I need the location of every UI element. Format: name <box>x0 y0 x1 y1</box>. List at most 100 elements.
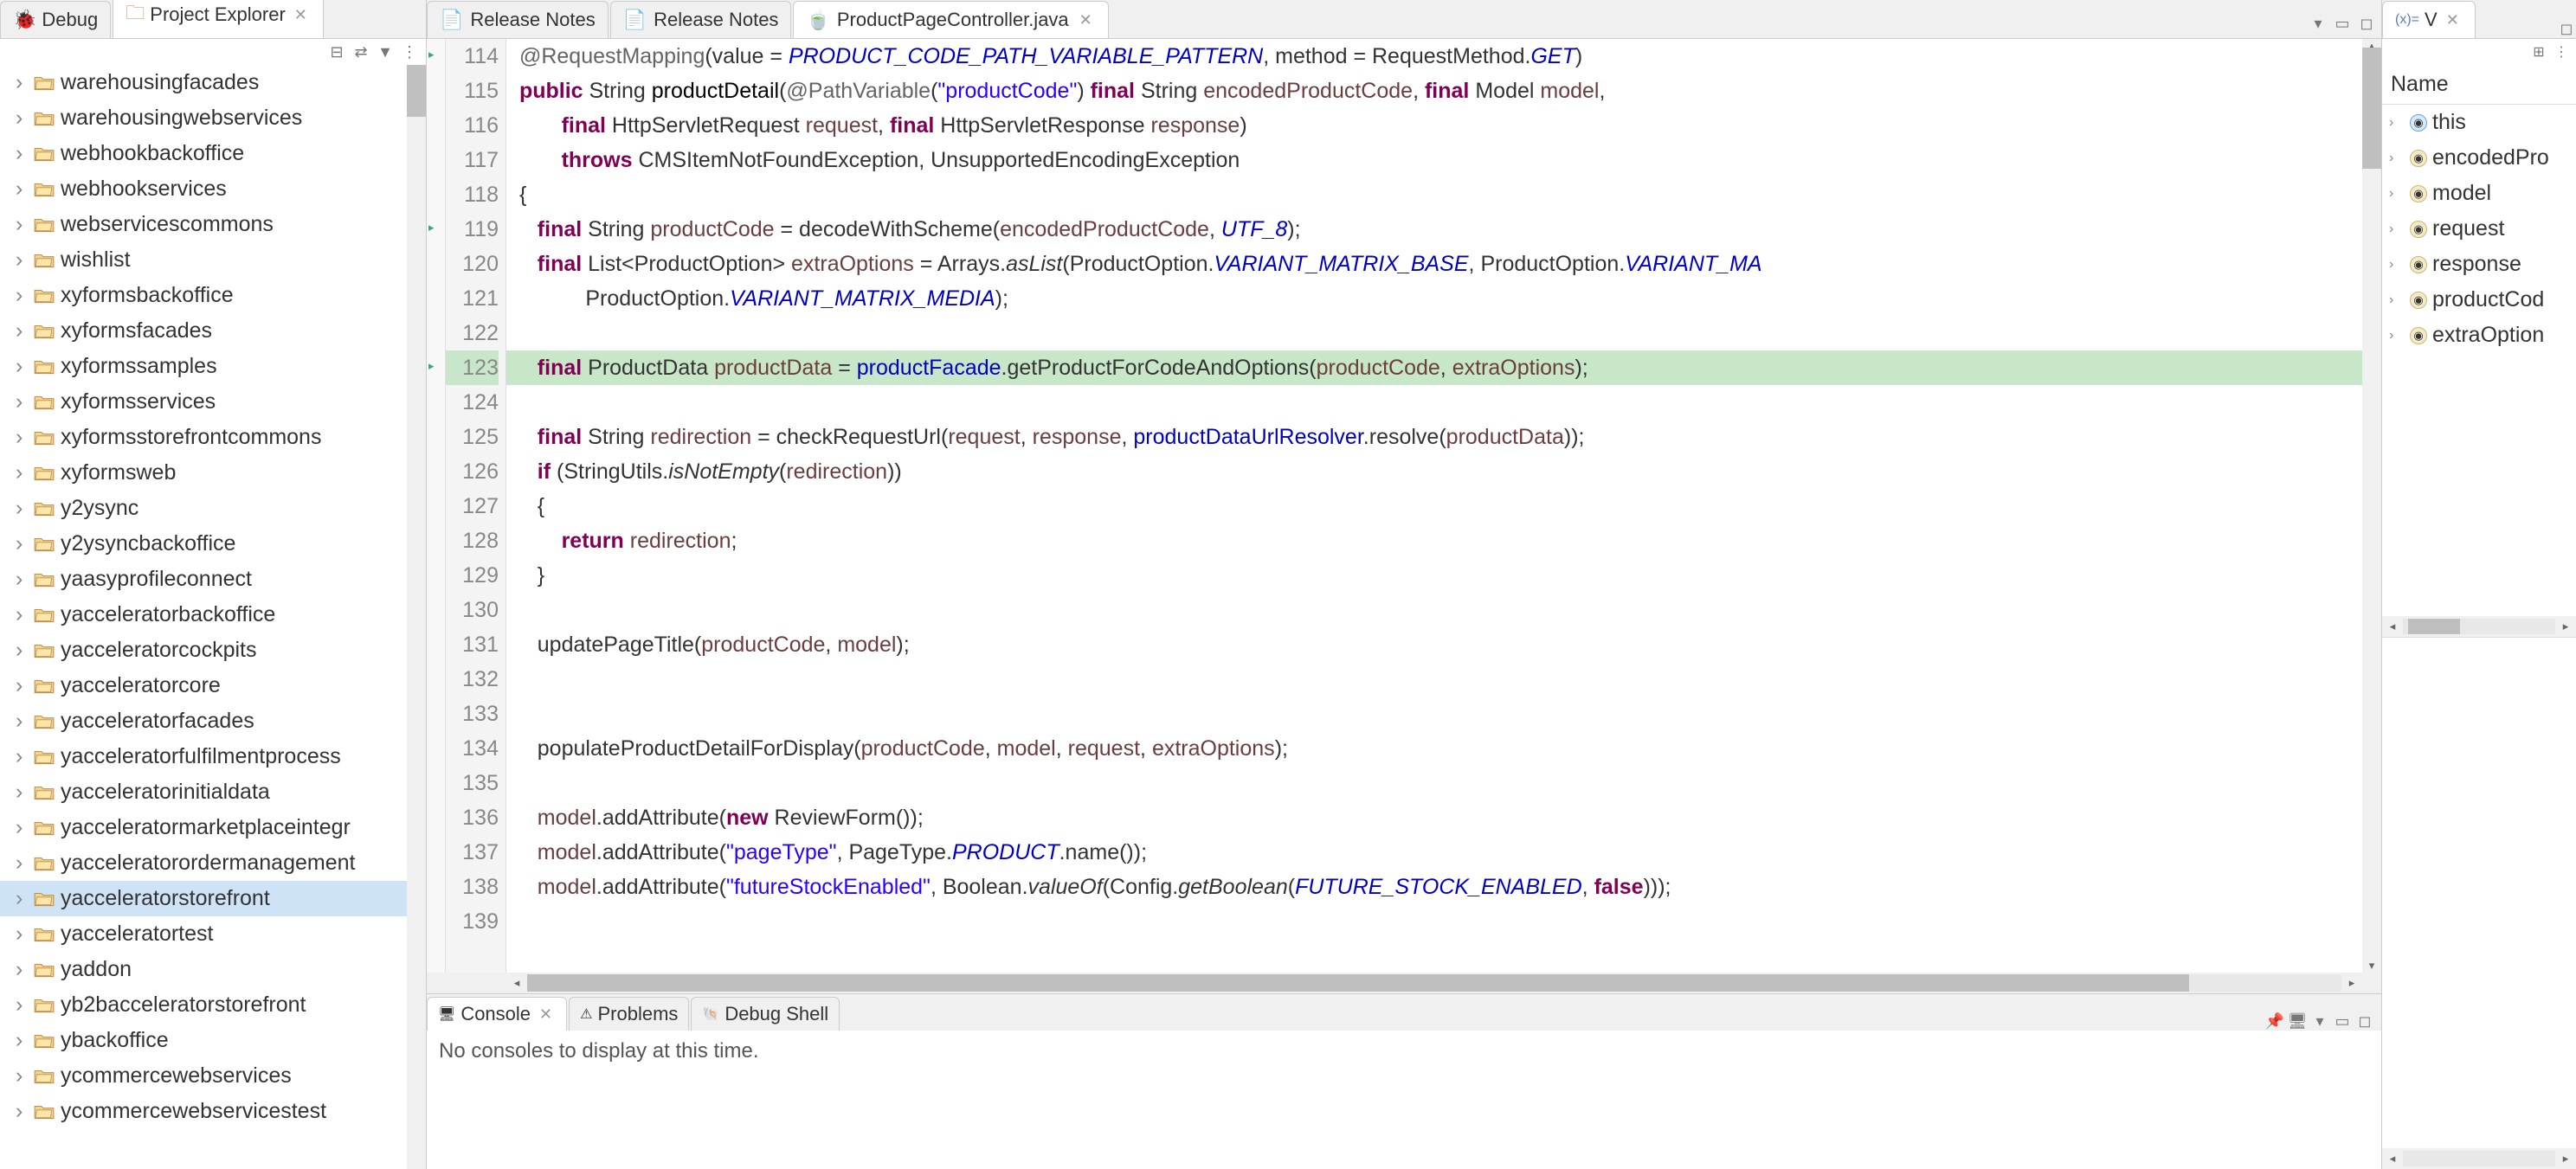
vars-tree-icon[interactable]: ⊞ <box>2529 42 2548 61</box>
expander-icon[interactable]: › <box>16 212 28 237</box>
code-line[interactable]: final String productCode = decodeWithSch… <box>506 212 2362 247</box>
scrollbar-thumb[interactable] <box>407 65 426 117</box>
expander-icon[interactable]: › <box>2389 292 2405 308</box>
variables-header-name[interactable]: Name <box>2382 65 2576 105</box>
editor-tab[interactable]: 🍵ProductPageController.java✕ <box>793 1 1108 38</box>
project-item-yacceleratorstorefront[interactable]: ›yacceleratorstorefront <box>0 881 426 916</box>
code-line[interactable]: model.addAttribute(new ReviewForm()); <box>506 800 2362 835</box>
expander-icon[interactable]: › <box>16 247 28 273</box>
code-line[interactable] <box>506 593 2362 627</box>
line-number[interactable]: 136 <box>446 800 499 835</box>
console-min-icon[interactable]: ▭ <box>2333 1012 2352 1031</box>
expander-icon[interactable]: › <box>16 1099 28 1124</box>
project-item-y2ysync[interactable]: ›y2ysync <box>0 491 426 526</box>
line-number[interactable]: 122 <box>446 316 499 350</box>
line-number[interactable]: 135 <box>446 766 499 800</box>
variable-row[interactable]: ›◉response <box>2382 247 2576 282</box>
code-line[interactable] <box>506 662 2362 697</box>
expander-icon[interactable]: › <box>16 354 28 379</box>
project-item-ycommercewebservicestest[interactable]: ›ycommercewebservicestest <box>0 1094 426 1129</box>
code-line[interactable]: final String redirection = checkRequestU… <box>506 420 2362 454</box>
vars-hscroll-left[interactable]: ◂ <box>2382 620 2403 633</box>
expander-icon[interactable]: › <box>16 922 28 947</box>
line-number[interactable]: 137 <box>446 835 499 870</box>
tab-debug[interactable]: 🐞 Debug <box>0 1 111 38</box>
vars-menu-icon[interactable]: ⋮ <box>2552 42 2571 61</box>
code-line[interactable] <box>506 766 2362 800</box>
code-line[interactable]: populateProductDetailForDisplay(productC… <box>506 731 2362 766</box>
close-icon[interactable]: ✕ <box>2443 11 2463 29</box>
expander-icon[interactable]: › <box>16 815 28 840</box>
project-item-xyformsstorefrontcommons[interactable]: ›xyformsstorefrontcommons <box>0 420 426 455</box>
project-item-warehousingwebservices[interactable]: ›warehousingwebservices <box>0 100 426 136</box>
variable-row[interactable]: ›◉extraOption <box>2382 318 2576 353</box>
code-line[interactable]: } <box>506 558 2362 593</box>
view-menu-icon[interactable]: ⋮ <box>400 42 419 61</box>
line-number[interactable]: 132 <box>446 662 499 697</box>
expander-icon[interactable]: › <box>2389 115 2405 131</box>
expander-icon[interactable]: › <box>16 851 28 876</box>
code-line[interactable]: return redirection; <box>506 523 2362 558</box>
pin-console-icon[interactable]: 📌 <box>2265 1012 2284 1031</box>
expander-icon[interactable]: › <box>16 992 28 1018</box>
expander-icon[interactable]: › <box>2389 328 2405 344</box>
hscroll-thumb[interactable] <box>527 974 2189 992</box>
console-max-icon[interactable]: ◻ <box>2355 1012 2374 1031</box>
code-line[interactable] <box>506 904 2362 939</box>
line-number[interactable]: 125 <box>446 420 499 454</box>
line-number[interactable]: 127 <box>446 489 499 523</box>
editor-tab[interactable]: 📄Release Notes <box>610 1 792 38</box>
execution-marker-icon[interactable]: ▸ <box>428 48 442 61</box>
line-number[interactable]: 117 <box>446 143 499 177</box>
code-line[interactable]: if (StringUtils.isNotEmpty(redirection)) <box>506 454 2362 489</box>
expander-icon[interactable]: › <box>16 744 28 769</box>
variables-hscroll[interactable]: ◂ ▸ <box>2382 616 2576 637</box>
code-line[interactable]: throws CMSItemNotFoundException, Unsuppo… <box>506 143 2362 177</box>
vars-max-icon[interactable]: ◻ <box>2557 19 2576 38</box>
project-item-ycommercewebservices[interactable]: ›ycommercewebservices <box>0 1058 426 1094</box>
variables-detail-hscroll[interactable]: ◂ ▸ <box>2382 1148 2576 1169</box>
expander-icon[interactable]: › <box>16 496 28 521</box>
project-item-webhookbackoffice[interactable]: ›webhookbackoffice <box>0 136 426 171</box>
expander-icon[interactable]: › <box>16 886 28 911</box>
console-tab-debug-shell[interactable]: 🐚Debug Shell <box>691 997 840 1031</box>
editor-tab[interactable]: 📄Release Notes <box>427 1 609 38</box>
project-item-yaasyprofileconnect[interactable]: ›yaasyprofileconnect <box>0 562 426 597</box>
expander-icon[interactable]: › <box>16 283 28 308</box>
expander-icon[interactable]: › <box>16 780 28 805</box>
line-number[interactable]: 130 <box>446 593 499 627</box>
line-number[interactable]: 128 <box>446 523 499 558</box>
project-item-y2ysyncbackoffice[interactable]: ›y2ysyncbackoffice <box>0 526 426 562</box>
code-line[interactable]: @RequestMapping(value = PRODUCT_CODE_PAT… <box>506 39 2362 74</box>
execution-marker-icon[interactable]: ▸ <box>428 359 442 373</box>
link-editor-icon[interactable]: ⇄ <box>351 42 370 61</box>
project-item-webservicescommons[interactable]: ›webservicescommons <box>0 207 426 242</box>
line-number[interactable]: 114 <box>446 39 499 74</box>
tab-project-explorer[interactable]: 🗀 Project Explorer ✕ <box>113 0 324 38</box>
hscroll-track[interactable] <box>527 974 2341 992</box>
project-item-xyformsfacades[interactable]: ›xyformsfacades <box>0 313 426 349</box>
line-number[interactable]: 116 <box>446 108 499 143</box>
project-item-xyformssamples[interactable]: ›xyformssamples <box>0 349 426 384</box>
tab-variables[interactable]: (x)= V ✕ <box>2382 1 2476 38</box>
hscroll-right-arrow[interactable]: ▸ <box>2341 976 2362 990</box>
code-line[interactable] <box>506 697 2362 731</box>
vars-hscroll-right[interactable]: ▸ <box>2555 620 2576 633</box>
code-line[interactable]: public String productDetail(@PathVariabl… <box>506 74 2362 108</box>
collapse-all-icon[interactable]: ⊟ <box>327 42 346 61</box>
expander-icon[interactable]: › <box>16 638 28 663</box>
console-tab-console[interactable]: 🖥Console✕ <box>427 997 567 1031</box>
project-item-yacceleratormarketplaceintegr[interactable]: ›yacceleratormarketplaceintegr <box>0 810 426 845</box>
marker-bar[interactable]: ▸▸▸ <box>427 39 446 973</box>
project-item-yb2bacceleratorstorefront[interactable]: ›yb2bacceleratorstorefront <box>0 987 426 1023</box>
project-tree[interactable]: ›warehousingfacades›warehousingwebservic… <box>0 65 426 1169</box>
project-item-xyformsweb[interactable]: ›xyformsweb <box>0 455 426 491</box>
expander-icon[interactable]: › <box>16 141 28 166</box>
expander-icon[interactable]: › <box>16 460 28 485</box>
project-item-yacceleratorbackoffice[interactable]: ›yacceleratorbackoffice <box>0 597 426 633</box>
code-line[interactable]: final HttpServletRequest request, final … <box>506 108 2362 143</box>
expander-icon[interactable]: › <box>16 425 28 450</box>
code-line[interactable]: { <box>506 177 2362 212</box>
editor-vertical-scrollbar[interactable]: ▴ ▾ <box>2362 39 2381 973</box>
expander-icon[interactable]: › <box>16 1063 28 1089</box>
